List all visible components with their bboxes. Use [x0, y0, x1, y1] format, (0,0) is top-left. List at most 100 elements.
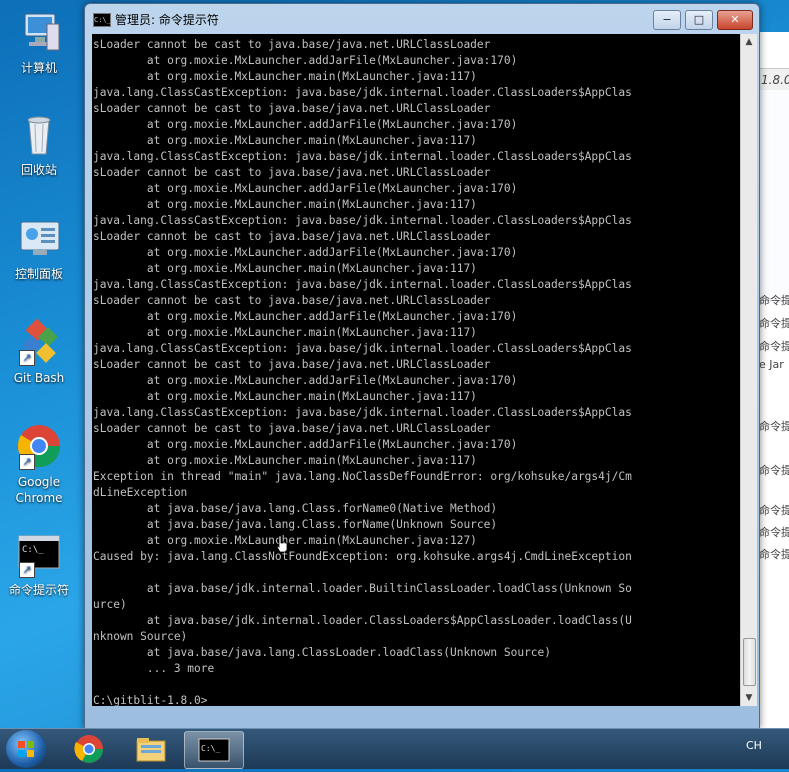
console-line: sLoader cannot be cast to java.base/java… [93, 230, 491, 243]
console-output[interactable]: sLoader cannot be cast to java.base/java… [92, 34, 740, 706]
address-bar[interactable]: 1.8.0 [757, 68, 789, 92]
scroll-up-arrow-icon[interactable]: ▲ [741, 34, 757, 50]
console-line: at java.base/java.lang.ClassLoader.loadC… [93, 646, 552, 659]
console-line: at org.moxie.MxLauncher.addJarFile(MxLau… [93, 182, 518, 195]
console-line: at org.moxie.MxLauncher.main(MxLauncher.… [93, 454, 477, 467]
console-line: at org.moxie.MxLauncher.main(MxLauncher.… [93, 390, 477, 403]
console-line: C:\gitblit-1.8.0> [93, 694, 208, 706]
list-item[interactable]: 命令提 [759, 315, 789, 331]
console-line: at org.moxie.MxLauncher.addJarFile(MxLau… [93, 310, 518, 323]
desktop-icon-recycle-bin[interactable]: 回收站 [4, 110, 74, 178]
desktop-icon-label: Git Bash [13, 371, 65, 385]
console-line: java.lang.ClassCastException: java.base/… [93, 342, 632, 355]
console-line: Exception in thread "main" java.lang.NoC… [93, 470, 632, 483]
list-item[interactable]: 命令提 [759, 546, 789, 562]
chrome-icon [74, 735, 103, 763]
svg-text:C:\_: C:\_ [201, 744, 220, 753]
command-prompt-window[interactable]: C:\_ 管理员: 命令提示符 − □ ✕ sLoader cannot be … [84, 3, 760, 729]
desktop-icon-command-prompt[interactable]: C:\_ ↗ 命令提示符 [4, 530, 74, 598]
svg-text:C:\_: C:\_ [22, 545, 44, 555]
console-line: at org.moxie.MxLauncher.addJarFile(MxLau… [93, 246, 518, 259]
console-line: at org.moxie.MxLauncher.main(MxLauncher.… [93, 326, 477, 339]
close-button[interactable]: ✕ [717, 10, 753, 30]
folder-icon [136, 738, 166, 762]
shortcut-arrow-icon: ↗ [19, 454, 35, 470]
console-line: java.lang.ClassCastException: java.base/… [93, 278, 632, 291]
scroll-thumb[interactable] [743, 638, 756, 686]
console-line: sLoader cannot be cast to java.base/java… [93, 294, 491, 307]
console-line: sLoader cannot be cast to java.base/java… [93, 38, 491, 51]
console-line: sLoader cannot be cast to java.base/java… [93, 422, 491, 435]
console-line: at org.moxie.MxLauncher.addJarFile(MxLau… [93, 54, 518, 67]
list-item[interactable]: 命令提 [759, 292, 789, 308]
console-line: sLoader cannot be cast to java.base/java… [93, 358, 491, 371]
control-panel-icon [15, 214, 63, 262]
desktop-icon-label: Google Chrome [15, 475, 63, 505]
console-line: Caused by: java.lang.ClassNotFoundExcept… [93, 550, 632, 563]
taskbar-cmd-button[interactable]: C:\_ [184, 731, 244, 769]
console-line: ... 3 more [93, 662, 215, 675]
console-line: dLineException [93, 486, 188, 499]
title-bar[interactable]: C:\_ 管理员: 命令提示符 − □ ✕ [85, 4, 759, 34]
recycle-bin-icon [15, 110, 63, 158]
desktop-icon-git-bash[interactable]: ↗ Git Bash [4, 318, 74, 386]
windows-start-icon[interactable] [6, 730, 46, 768]
list-item[interactable]: 命令提 [759, 418, 789, 434]
scroll-down-arrow-icon[interactable]: ▼ [741, 690, 757, 706]
console-line: sLoader cannot be cast to java.base/java… [93, 166, 491, 179]
desktop-icon-computer[interactable]: 计算机 [4, 8, 74, 76]
console-line: java.lang.ClassCastException: java.base/… [93, 406, 632, 419]
console-text: sLoader cannot be cast to java.base/java… [93, 37, 632, 706]
list-item[interactable]: 命令提 [759, 338, 789, 354]
window-title: 管理员: 命令提示符 [115, 13, 219, 27]
taskbar-explorer-button[interactable] [122, 731, 180, 767]
console-line: at java.base/java.lang.Class.forName0(Na… [93, 502, 498, 515]
console-line: sLoader cannot be cast to java.base/java… [93, 102, 491, 115]
desktop-icon-label: 计算机 [20, 61, 57, 75]
desktop-icon-label: 控制面板 [14, 267, 63, 281]
console-line: at java.base/java.lang.Class.forName(Unk… [93, 518, 498, 531]
taskbar: C:\_ CH [0, 728, 789, 769]
console-line: java.lang.ClassCastException: java.base/… [93, 214, 632, 227]
list-item[interactable]: 命令提 [759, 462, 789, 478]
console-line: at java.base/jdk.internal.loader.Builtin… [93, 582, 632, 595]
chrome-icon: ↗ [15, 422, 63, 470]
minimize-button[interactable]: − [653, 10, 681, 30]
desktop-icon-label: 回收站 [20, 163, 57, 177]
taskbar-chrome-button[interactable] [60, 731, 118, 767]
console-line: java.lang.ClassCastException: java.base/… [93, 150, 632, 163]
console-line: at org.moxie.MxLauncher.main(MxLauncher.… [93, 198, 477, 211]
git-bash-icon: ↗ [15, 318, 63, 366]
desktop-icon-control-panel[interactable]: 控制面板 [4, 214, 74, 282]
console-line: at org.moxie.MxLauncher.main(MxLauncher.… [93, 262, 477, 275]
console-line: nknown Source) [93, 630, 188, 643]
console-line: at org.moxie.MxLauncher.addJarFile(MxLau… [93, 438, 518, 451]
console-line: at org.moxie.MxLauncher.main(MxLauncher.… [93, 534, 477, 547]
computer-icon [15, 8, 63, 56]
list-item[interactable]: e Jar [759, 358, 784, 371]
console-line: at org.moxie.MxLauncher.main(MxLauncher.… [93, 70, 477, 83]
console-line: at java.base/jdk.internal.loader.ClassLo… [93, 614, 632, 627]
console-line: at org.moxie.MxLauncher.addJarFile(MxLau… [93, 374, 518, 387]
window-frame-bottom [85, 706, 759, 728]
shortcut-arrow-icon: ↗ [19, 562, 35, 578]
maximize-button[interactable]: □ [685, 10, 713, 30]
list-item[interactable]: 命令提 [759, 502, 789, 518]
language-indicator[interactable]: CH [746, 739, 762, 752]
console-line: at org.moxie.MxLauncher.main(MxLauncher.… [93, 134, 477, 147]
list-item[interactable]: 命令提 [759, 524, 789, 540]
desktop-icon-label: 命令提示符 [8, 583, 69, 597]
console-line: urce) [93, 598, 127, 611]
desktop-icon-chrome[interactable]: ↗ Google Chrome [4, 422, 74, 506]
background-pane [757, 90, 789, 301]
vertical-scrollbar[interactable]: ▲ ▼ [740, 34, 757, 706]
shortcut-arrow-icon: ↗ [19, 350, 35, 366]
command-prompt-icon: C:\_ ↗ [15, 530, 63, 578]
console-line: java.lang.ClassCastException: java.base/… [93, 86, 632, 99]
background-window[interactable]: 1.8.0 命令提 命令提 命令提 e Jar 命令提 命令提 命令提 命令提 … [756, 32, 789, 732]
console-line: at org.moxie.MxLauncher.addJarFile(MxLau… [93, 118, 518, 131]
cmd-window-icon[interactable]: C:\_ [93, 13, 111, 27]
command-prompt-icon: C:\_ [198, 738, 230, 762]
